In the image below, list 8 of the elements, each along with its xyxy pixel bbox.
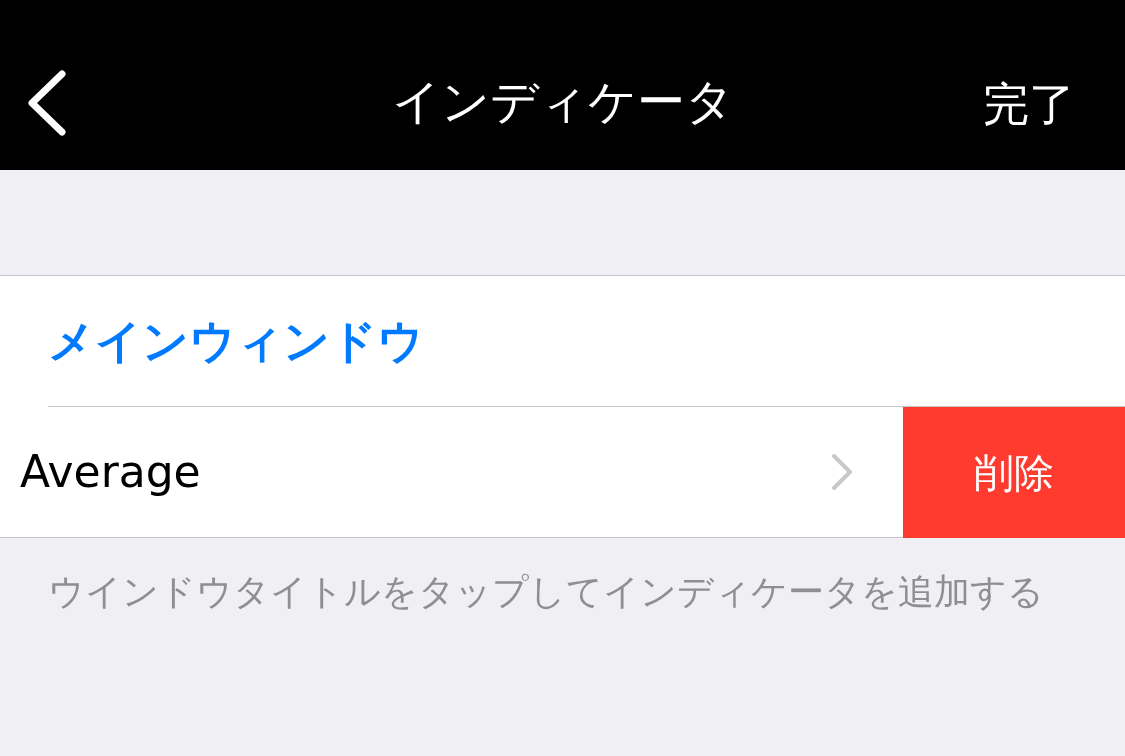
list-row[interactable]: Average	[0, 407, 903, 537]
done-button[interactable]: 完了	[983, 70, 1075, 139]
chevron-right-icon	[831, 453, 853, 491]
footer-text: ウインドウタイトルをタップしてインディケータを追加する	[47, 570, 1045, 614]
delete-button[interactable]: 削除	[903, 407, 1125, 538]
row-label: Average	[20, 445, 202, 499]
section-header[interactable]: メインウィンドウ	[0, 276, 1125, 406]
nav-title: インディケータ	[391, 72, 734, 131]
